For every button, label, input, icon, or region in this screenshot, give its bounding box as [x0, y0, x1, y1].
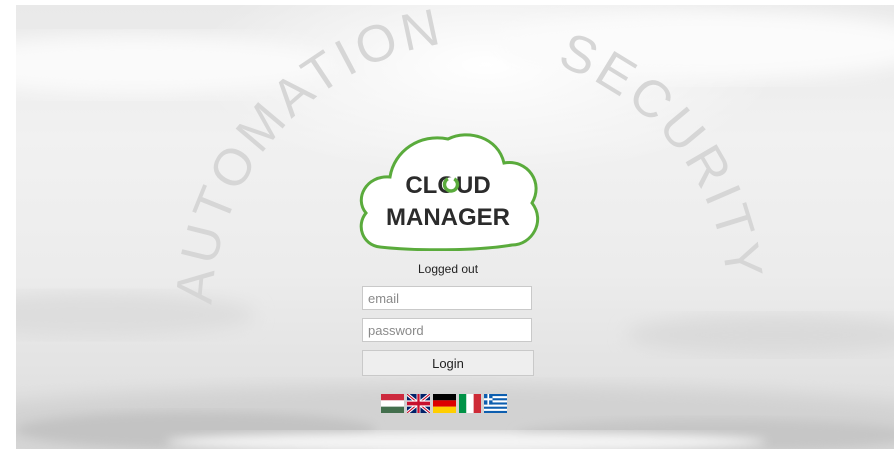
uk-flag-icon[interactable] [407, 394, 430, 413]
email-field[interactable] [362, 286, 532, 310]
greek-flag-icon[interactable] [484, 394, 507, 413]
language-selector [381, 394, 507, 413]
password-field[interactable] [362, 318, 532, 342]
cloud-manager-logo: CLOUD MANAGER [356, 129, 540, 251]
hungarian-flag-icon[interactable] [381, 394, 404, 413]
logo-line2: MANAGER [386, 204, 510, 231]
italian-flag-icon[interactable] [459, 394, 481, 413]
login-page: AUTOMATION SECURITY CLOUD MANAGER Logged… [16, 5, 894, 449]
security-arc-text: SECURITY [552, 22, 774, 286]
status-message: Logged out [417, 262, 479, 276]
german-flag-icon[interactable] [433, 394, 456, 413]
login-button[interactable]: Login [362, 350, 534, 376]
